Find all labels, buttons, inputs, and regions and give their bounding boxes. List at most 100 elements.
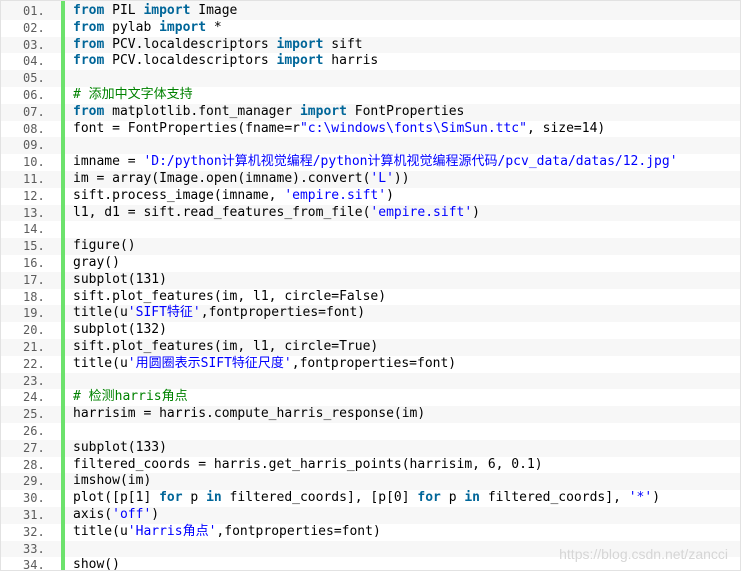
line-code: # 检测harris角点 [73,389,188,406]
code-token: font = FontProperties(fname=r [73,120,300,136]
code-line: 12. sift.process_image(imname, 'empire.si… [1,187,740,205]
line-number: 08. [23,121,45,136]
line-number: 13. [23,205,45,220]
line-code: filtered_coords = harris.get_harris_poin… [73,457,543,474]
code-token: sift.process_image(imname, [73,187,285,203]
code-token: harrisim = harris.compute_harris_respons… [73,406,426,422]
code-token: ) [652,490,661,506]
keyword-token: from [73,3,105,18]
line-number: 32. [23,524,45,539]
code-token: ,fontproperties=font) [291,355,457,371]
line-number: 02. [23,20,45,35]
code-token: ) [151,506,160,522]
code-token: pylab [104,19,160,35]
line-code: from pylab import * [73,20,222,37]
line-number: 06. [23,87,45,102]
code-token: , size=14) [526,120,606,136]
line-number: 34. [23,558,45,571]
line-number: 24. [23,390,45,405]
code-token: title(u [73,523,128,539]
code-line: 07. from matplotlib.font_manager import F… [1,103,740,121]
keyword-token: from [73,103,105,119]
string-token: "c:\windows\fonts\SimSun.ttc" [299,120,527,136]
code-token: im = array(Image.open(imname).convert( [73,170,371,186]
string-token: '*' [628,490,653,506]
code-token: Image [190,3,238,18]
line-number: 10. [23,155,45,170]
code-line: 23. [1,372,740,390]
line-number: 12. [23,188,45,203]
line-number: 30. [23,491,45,506]
code-line: 34. show() [1,557,740,571]
line-number: 14. [23,222,45,237]
line-number: 28. [23,457,45,472]
line-code: from PIL import Image [73,3,237,20]
line-code: title(u'用圆圈表示SIFT特征尺度',fontproperties=fo… [73,356,456,373]
code-token: FontProperties [346,103,465,119]
code-token: show() [73,557,120,571]
code-token: PCV.localdescriptors [104,53,277,69]
code-line: 20. subplot(132) [1,322,740,339]
code-token: PIL [104,3,144,18]
code-token: ) [472,204,480,220]
code-token: ,fontproperties=font) [200,305,366,321]
line-code: subplot(133) [73,440,167,457]
code-token: subplot(131) [73,271,167,287]
keyword-token: from [73,53,105,69]
line-number: 07. [23,104,45,119]
code-token: p [182,490,207,506]
keyword-token: in [464,490,481,506]
line-number: 09. [23,138,45,153]
code-line: 30. plot([p[1] for p in filtered_coords],… [1,490,740,507]
line-code: sift.plot_features(im, l1, circle=False) [73,289,386,306]
string-token: 'empire.sift' [284,187,387,203]
code-line: 17. subplot(131) [1,271,740,289]
line-code: im = array(Image.open(imname).convert('L… [73,171,410,188]
code-line: 28. filtered_coords = harris.get_harris_p… [1,456,740,474]
code-line: 02. from pylab import * [1,19,740,37]
line-number: 29. [23,474,45,489]
line-number: 21. [23,339,45,354]
line-number: 19. [23,306,45,321]
line-number: 16. [23,255,45,270]
code-line: 06. # 添加中文字体支持 [1,86,740,104]
line-number: 23. [23,373,45,388]
code-token: matplotlib.font_manager [104,103,300,119]
string-token: 'Harris角点' [127,523,217,539]
code-token: p [440,490,465,506]
code-line: 16. gray() [1,254,740,272]
code-line: 29. imshow(im) [1,473,740,491]
code-line: 08. font = FontProperties(fname=r"c:\wind… [1,120,740,138]
line-code: subplot(131) [73,272,167,289]
code-line: 21. sift.plot_features(im, l1, circle=Tru… [1,338,740,356]
line-number: 01. [23,4,45,18]
code-token: subplot(132) [73,322,167,338]
code-line: 27. subplot(133) [1,439,740,457]
string-token: 'L' [370,170,394,186]
keyword-token: from [73,19,105,35]
gutter-divider [61,1,65,570]
code-lines: 01. from PIL import Image 02. from pylab im… [1,3,740,571]
code-line: 31. axis('off') [1,506,740,524]
code-token: title(u [73,305,128,321]
code-line: 01. from PIL import Image [1,3,740,20]
keyword-token: import [276,53,324,69]
line-number: 05. [23,71,45,86]
code-line: 10. imname = 'D:/python计算机视觉编程/python计算机视… [1,154,740,171]
line-code: plot([p[1] for p in filtered_coords], [p… [73,490,660,507]
line-number: 26. [23,423,45,438]
code-token: ,fontproperties=font) [216,523,381,539]
code-token: sift [323,36,363,52]
line-code: show() [73,557,120,571]
string-token: 'SIFT特征' [127,305,201,321]
code-line: 13. l1, d1 = sift.read_features_from_file… [1,204,740,222]
keyword-token: for [417,490,441,506]
code-token: PCV.localdescriptors [104,36,277,52]
code-line: 11. im = array(Image.open(imname).convert… [1,170,740,188]
code-line: 19. title(u'SIFT特征',fontproperties=font) [1,305,740,323]
code-line: 32. title(u'Harris角点',fontproperties=font… [1,523,740,541]
line-number: 33. [23,541,45,556]
line-code: subplot(132) [73,322,167,339]
code-line: 09. [1,137,740,155]
line-code: figure() [73,238,136,255]
